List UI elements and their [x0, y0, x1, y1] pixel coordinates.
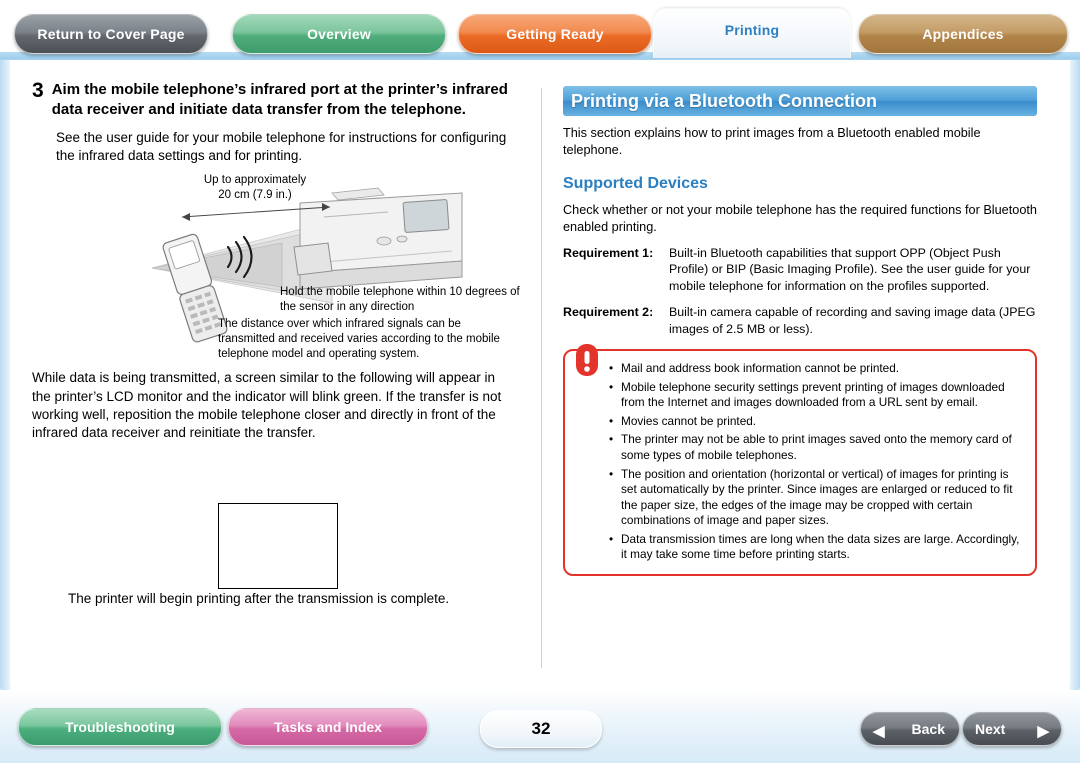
- subsection-heading: Supported Devices: [563, 174, 708, 192]
- warning-item: The position and orientation (horizontal…: [609, 467, 1025, 529]
- step-body-text: See the user guide for your mobile telep…: [56, 129, 507, 164]
- tab-label: Overview: [307, 26, 371, 42]
- supported-devices-text: Check whether or not your mobile telepho…: [563, 202, 1037, 234]
- lcd-screen-placeholder: [218, 503, 338, 589]
- button-label: Back: [911, 721, 945, 737]
- tab-appendices[interactable]: Appendices: [858, 14, 1068, 54]
- warning-box: Mail and address book information cannot…: [563, 344, 1037, 576]
- back-button[interactable]: ◀ Back: [860, 712, 960, 746]
- requirement-row: Requirement 2: Built-in camera capable o…: [563, 304, 1041, 337]
- printing-complete-paragraph: The printer will begin printing after th…: [68, 591, 450, 606]
- requirement-text: Built-in Bluetooth capabilities that sup…: [669, 245, 1031, 294]
- transmission-paragraph: While data is being transmitted, a scree…: [32, 370, 502, 440]
- tab-getting-ready[interactable]: Getting Ready: [458, 14, 652, 54]
- chevron-left-icon: ◀: [873, 723, 885, 740]
- warning-item: Mobile telephone security settings preve…: [609, 380, 1025, 411]
- tab-label: Getting Ready: [506, 26, 604, 42]
- troubleshooting-button[interactable]: Troubleshooting: [18, 708, 222, 746]
- warning-item: Data transmission times are long when th…: [609, 532, 1025, 563]
- button-label: Tasks and Index: [274, 719, 382, 735]
- tab-label: Printing: [724, 22, 780, 38]
- figure-caption-angle: Hold the mobile telephone within 10 degr…: [280, 286, 520, 314]
- tab-return-to-cover-page[interactable]: Return to Cover Page: [14, 14, 208, 54]
- tab-label: Appendices: [922, 26, 1004, 42]
- top-tab-bar: Return to Cover Page Overview Getting Re…: [0, 0, 1080, 64]
- step-title: Aim the mobile telephone’s infrared port…: [51, 81, 508, 118]
- warning-item: Movies cannot be printed.: [609, 414, 1025, 430]
- tasks-and-index-button[interactable]: Tasks and Index: [228, 708, 428, 746]
- step-number: 3: [32, 79, 44, 102]
- warning-list: Mail and address book information cannot…: [609, 361, 1025, 563]
- button-label: Troubleshooting: [65, 719, 175, 735]
- next-button[interactable]: Next ▶: [962, 712, 1062, 746]
- warning-item: The printer may not be able to print ima…: [609, 432, 1025, 463]
- requirement-text: Built-in camera capable of recording and…: [669, 304, 1036, 336]
- tab-printing[interactable]: Printing: [653, 8, 851, 58]
- column-divider: [541, 88, 542, 668]
- figure-caption-distance: Up to approximately 20 cm (7.9 in.): [203, 174, 307, 202]
- right-content-column: Printing via a Bluetooth Connection This…: [563, 86, 1041, 576]
- warning-icon: [576, 344, 598, 377]
- warning-item: Mail and address book information cannot…: [609, 361, 1025, 377]
- requirement-row: Requirement 1: Built-in Bluetooth capabi…: [563, 245, 1041, 295]
- button-label: Next: [975, 721, 1006, 737]
- chevron-right-icon: ▶: [1037, 723, 1049, 740]
- figure-caption-distance-note: The distance over which infrared signals…: [218, 318, 500, 361]
- section-intro: This section explains how to print image…: [563, 126, 981, 157]
- infrared-illustration: Up to approximately 20 cm (7.9 in.) Hold…: [32, 173, 532, 360]
- page-number-label: 32: [531, 719, 551, 738]
- left-content-column: 3 Aim the mobile telephone’s infrared po…: [32, 79, 532, 442]
- tab-label: Return to Cover Page: [37, 26, 185, 42]
- section-title: Printing via a Bluetooth Connection: [563, 86, 1037, 116]
- tab-overview[interactable]: Overview: [232, 14, 446, 54]
- page-number: 32: [480, 710, 602, 748]
- requirement-label: Requirement 2:: [563, 304, 654, 319]
- step-heading: 3 Aim the mobile telephone’s infrared po…: [32, 79, 532, 120]
- requirement-label: Requirement 1:: [563, 245, 654, 260]
